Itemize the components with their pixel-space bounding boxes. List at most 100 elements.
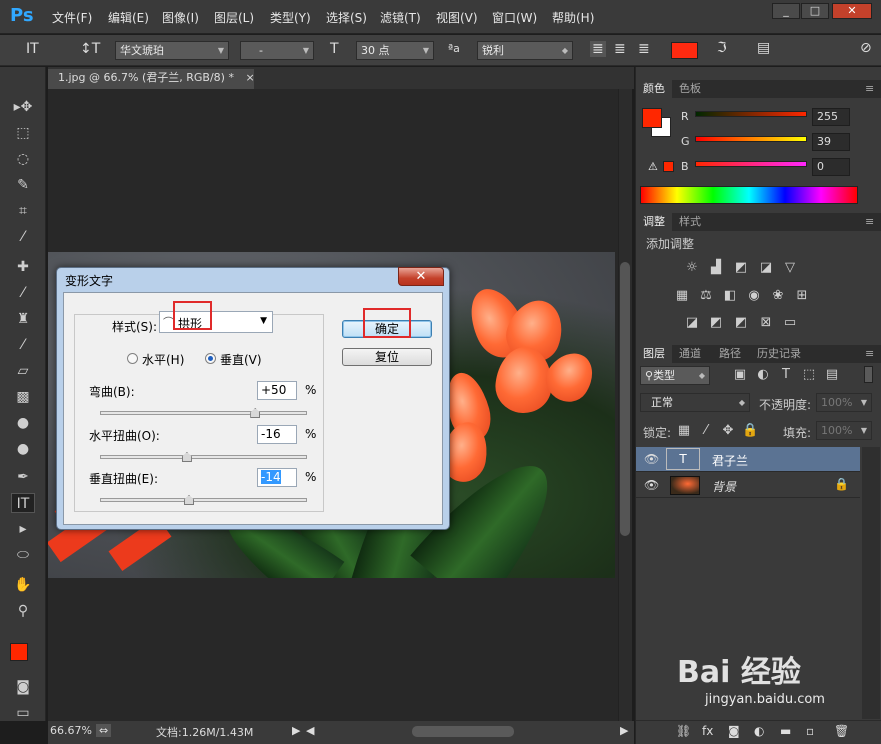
layer-mask-icon[interactable]: ◙ — [728, 724, 740, 738]
new-adjustment-icon[interactable]: ◐ — [754, 724, 764, 738]
marquee-tool-icon[interactable]: ⬚ — [11, 123, 35, 143]
green-slider[interactable] — [695, 136, 807, 142]
filter-text-icon[interactable]: T — [778, 367, 794, 383]
scroll-right-icon[interactable]: ▶ — [620, 724, 628, 737]
horizontal-label[interactable]: 水平(H) — [142, 351, 184, 368]
selective-color-icon[interactable]: ⊠ — [758, 315, 774, 331]
dialog-close-button[interactable]: ✕ — [398, 267, 444, 286]
gamut-color-swatch[interactable] — [663, 161, 674, 172]
layer-style-icon[interactable]: fx — [702, 724, 713, 738]
clone-stamp-tool-icon[interactable]: ♜ — [11, 309, 35, 329]
horizontal-distortion-input[interactable]: -16 — [257, 425, 297, 444]
vertical-radio[interactable] — [205, 353, 216, 364]
menu-layer[interactable]: 图层(L) — [214, 9, 254, 26]
path-select-tool-icon[interactable]: ▸ — [11, 519, 35, 539]
posterize-icon[interactable]: ◩ — [708, 315, 724, 331]
history-brush-tool-icon[interactable]: ⁄ — [11, 335, 35, 355]
filter-smart-object-icon[interactable]: ▤ — [824, 367, 840, 383]
horizontal-distortion-thumb[interactable] — [181, 452, 192, 462]
fill-input[interactable]: 100% ▼ — [816, 421, 872, 440]
gradient-tool-icon[interactable]: ▩ — [11, 387, 35, 407]
status-options-icon[interactable]: ⇔ — [96, 724, 112, 737]
quick-select-tool-icon[interactable]: ✎ — [11, 175, 35, 195]
new-layer-icon[interactable]: ▫ — [806, 724, 814, 738]
layer-name[interactable]: 君子兰 — [712, 452, 748, 469]
new-group-icon[interactable]: ▬ — [780, 724, 791, 738]
minimize-button[interactable]: _ — [772, 3, 800, 19]
horizontal-radio[interactable] — [127, 353, 138, 364]
layer-row-text[interactable]: 👁 T 君子兰 — [636, 447, 860, 472]
color-spectrum-bar[interactable] — [640, 186, 858, 204]
eyedropper-tool-icon[interactable]: ⁄ — [11, 227, 35, 247]
gradient-map-icon[interactable]: ▭ — [782, 315, 798, 331]
blue-value-input[interactable]: 0 — [812, 158, 850, 176]
layer-name[interactable]: 背景 — [712, 478, 736, 495]
text-orientation-icon[interactable]: ↕T — [80, 41, 100, 57]
align-right-icon[interactable]: ≣ — [638, 41, 650, 57]
align-center-icon[interactable]: ≣ — [614, 41, 626, 57]
menu-image[interactable]: 图像(I) — [162, 9, 199, 26]
brightness-icon[interactable]: ☼ — [684, 260, 700, 276]
menu-type[interactable]: 类型(Y) — [270, 9, 311, 26]
layer-filter-select[interactable]: ⚲类型 ◆ — [640, 366, 710, 385]
menu-help[interactable]: 帮助(H) — [552, 9, 594, 26]
link-layers-icon[interactable]: ⛓ — [676, 724, 691, 738]
vertical-label[interactable]: 垂直(V) — [220, 351, 262, 368]
visibility-eye-icon[interactable]: 👁 — [644, 452, 659, 466]
vertical-distortion-thumb[interactable] — [184, 495, 194, 505]
lock-pixels-icon[interactable]: ⁄ — [698, 423, 714, 439]
close-window-button[interactable]: ✕ — [832, 3, 872, 19]
bend-slider-thumb[interactable] — [250, 408, 261, 418]
channel-mixer-icon[interactable]: ❀ — [770, 288, 786, 304]
layers-scrollbar[interactable] — [862, 447, 880, 719]
horizontal-distortion-slider[interactable] — [100, 455, 307, 459]
levels-icon[interactable]: ▟ — [708, 260, 724, 276]
menu-filter[interactable]: 滤镜(T) — [380, 9, 421, 26]
tab-paths[interactable]: 路径 — [712, 345, 748, 363]
filter-adjustment-icon[interactable]: ◐ — [755, 367, 771, 383]
tab-history[interactable]: 历史记录 — [750, 345, 808, 363]
curves-icon[interactable]: ◩ — [733, 260, 749, 276]
text-tool-preset-icon[interactable]: IT — [26, 41, 39, 57]
layer-row-background[interactable]: 👁 背景 🔒 — [636, 473, 860, 498]
color-lookup-icon[interactable]: ⊞ — [794, 288, 810, 304]
hue-saturation-icon[interactable]: ▦ — [674, 288, 690, 304]
foreground-color-swatch[interactable] — [10, 643, 28, 661]
menu-view[interactable]: 视图(V) — [436, 9, 478, 26]
bend-slider[interactable] — [100, 411, 307, 415]
reset-button[interactable]: 复位 — [342, 348, 432, 366]
ellipse-tool-icon[interactable]: ⬭ — [11, 545, 35, 565]
visibility-eye-icon[interactable]: 👁 — [644, 478, 659, 492]
menu-file[interactable]: 文件(F) — [52, 9, 92, 26]
zoom-level[interactable]: 66.67% — [50, 724, 92, 737]
red-value-input[interactable]: 255 — [812, 108, 850, 126]
document-tab[interactable]: 1.jpg @ 66.7% (君子兰, RGB/8) * × — [48, 69, 255, 89]
font-style-select[interactable]: - ▼ — [240, 41, 314, 60]
status-menu-arrow-icon[interactable]: ▶ — [292, 724, 300, 737]
vertical-distortion-slider[interactable] — [100, 498, 307, 502]
tab-swatches[interactable]: 色板 — [672, 80, 708, 98]
eraser-tool-icon[interactable]: ▱ — [11, 361, 35, 381]
blue-slider[interactable] — [695, 161, 807, 167]
crop-tool-icon[interactable]: ⌗ — [11, 201, 35, 221]
blend-mode-select[interactable]: 正常 ◆ — [640, 393, 750, 412]
bend-input[interactable]: +50 — [257, 381, 297, 400]
antialias-select[interactable]: 锐利 ◆ — [477, 41, 573, 60]
panel-menu-icon[interactable]: ≡ — [858, 345, 881, 363]
tab-channels[interactable]: 通道 — [672, 345, 708, 363]
vibrance-icon[interactable]: ▽ — [782, 260, 798, 276]
horizontal-scroll-thumb[interactable] — [412, 726, 514, 737]
color-balance-icon[interactable]: ⚖ — [698, 288, 714, 304]
vertical-scroll-thumb[interactable] — [620, 262, 630, 536]
filter-shape-icon[interactable]: ⬚ — [801, 367, 817, 383]
menu-edit[interactable]: 编辑(E) — [108, 9, 149, 26]
font-size-select[interactable]: 30 点 ▼ — [356, 41, 434, 60]
tab-layers[interactable]: 图层 — [636, 345, 672, 363]
move-tool-icon[interactable]: ▸✥ — [11, 97, 35, 117]
cancel-icon[interactable]: ⊘ — [860, 40, 872, 56]
dodge-tool-icon[interactable]: ● — [11, 439, 35, 459]
panel-menu-icon[interactable]: ≡ — [858, 213, 881, 231]
menu-window[interactable]: 窗口(W) — [492, 9, 537, 26]
brush-tool-icon[interactable]: ⁄ — [11, 283, 35, 303]
color-panel-foreground-swatch[interactable] — [642, 108, 662, 128]
